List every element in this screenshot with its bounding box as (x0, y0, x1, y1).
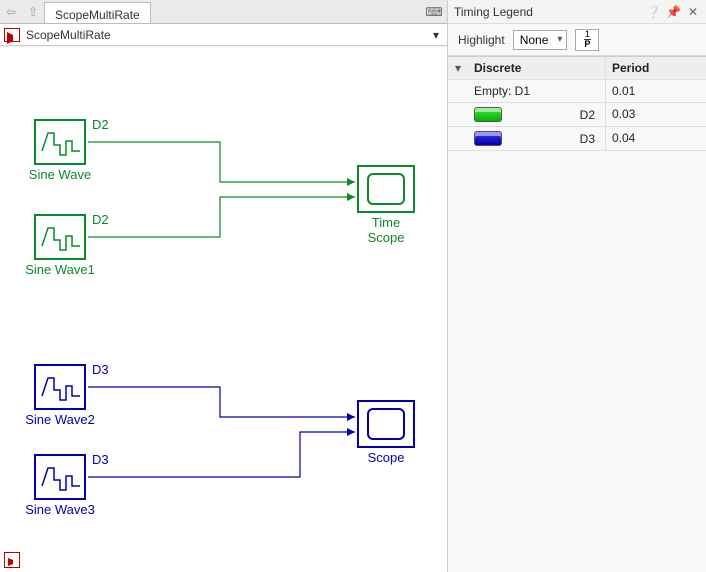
nav-up-icon[interactable]: ⇧ (22, 0, 44, 23)
block-label: Scope (368, 450, 405, 465)
tabbar: ⇦ ⇧ ScopeMultiRate ⌨ (0, 0, 447, 24)
table-row[interactable]: Empty: D1 0.01 (448, 80, 706, 103)
col-period[interactable]: Period (606, 57, 706, 79)
rate-label: D2 (92, 117, 109, 132)
help-icon[interactable]: ❔ (646, 5, 660, 19)
canvas[interactable]: D2 Sine Wave D2 Sine Wave1 Time Scope (0, 46, 447, 572)
highlight-value: None (520, 33, 549, 47)
block-sine-wave[interactable]: D2 Sine Wave (34, 119, 86, 165)
highlight-row: Highlight None 1P (448, 24, 706, 56)
highlight-select[interactable]: None (513, 30, 568, 50)
breadcrumb-dropdown-icon[interactable]: ▾ (429, 28, 443, 42)
table-header: ▾ Discrete Period (448, 56, 706, 80)
rate-name: D3 (580, 132, 595, 146)
block-label: Sine Wave1 (25, 262, 95, 277)
rate-label: D3 (92, 452, 109, 467)
legend-table: ▾ Discrete Period Empty: D1 0.01 D2 0.03 (448, 56, 706, 572)
block-label: Sine Wave3 (25, 502, 95, 517)
panel-title: Timing Legend (454, 5, 646, 19)
rate-label: D2 (92, 212, 109, 227)
block-sine-wave3[interactable]: D3 Sine Wave3 (34, 454, 86, 500)
close-icon[interactable]: ✕ (686, 5, 700, 19)
rate-name: Empty: D1 (474, 84, 530, 98)
table-row[interactable]: D2 0.03 (448, 103, 706, 127)
color-swatch-green (474, 107, 502, 122)
col-discrete[interactable]: Discrete (468, 57, 606, 79)
keyboard-icon[interactable]: ⌨ (421, 0, 447, 23)
block-label: Sine Wave (29, 167, 91, 182)
breadcrumb: ScopeMultiRate ▾ (0, 24, 447, 46)
block-label: Sine Wave2 (25, 412, 95, 427)
rate-label: D3 (92, 362, 109, 377)
block-sine-wave2[interactable]: D3 Sine Wave2 (34, 364, 86, 410)
model-status-icon[interactable] (4, 552, 20, 568)
tab-scopemultirate[interactable]: ScopeMultiRate (44, 2, 151, 23)
expand-icon[interactable]: ▾ (448, 57, 468, 79)
inverse-period-button[interactable]: 1P (575, 29, 599, 51)
model-icon (4, 28, 20, 42)
table-row[interactable]: D3 0.04 (448, 127, 706, 151)
block-time-scope[interactable]: Time Scope (357, 165, 415, 213)
rate-period: 0.03 (606, 103, 706, 126)
timing-legend-header: Timing Legend ❔ 📌 ✕ (448, 0, 706, 24)
rate-period: 0.04 (606, 127, 706, 150)
pin-icon[interactable]: 📌 (666, 5, 680, 19)
rate-period: 0.01 (606, 80, 706, 102)
tab-label: ScopeMultiRate (55, 8, 140, 22)
block-label: Time Scope (368, 215, 405, 245)
breadcrumb-text[interactable]: ScopeMultiRate (26, 28, 429, 42)
rate-name: D2 (580, 108, 595, 122)
highlight-label: Highlight (458, 33, 505, 47)
nav-back-icon[interactable]: ⇦ (0, 0, 22, 23)
color-swatch-blue (474, 131, 502, 146)
block-sine-wave1[interactable]: D2 Sine Wave1 (34, 214, 86, 260)
block-scope[interactable]: Scope (357, 400, 415, 448)
